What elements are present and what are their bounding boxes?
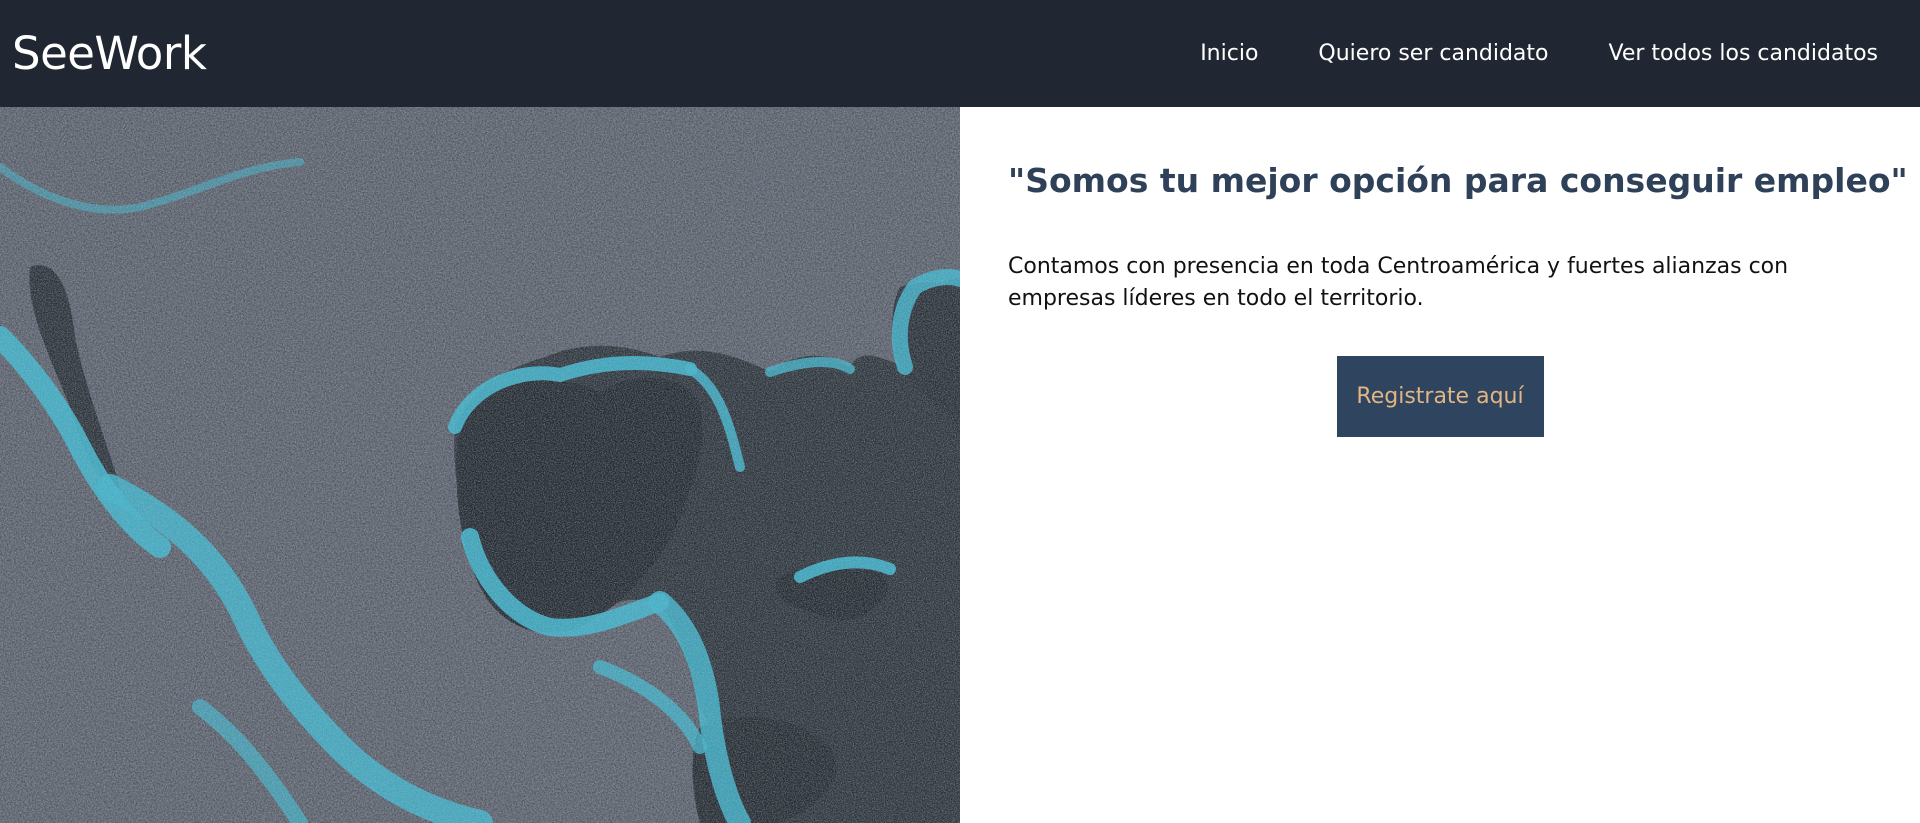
nav-links: Inicio Quiero ser candidato Ver todos lo… <box>1140 41 1878 66</box>
main-content: "Somos tu mejor opción para conseguir em… <box>960 107 1920 823</box>
cta-container: Registrate aquí <box>1008 356 1872 438</box>
nav-link-ver-todos-los-candidatos[interactable]: Ver todos los candidatos <box>1609 41 1879 66</box>
page-headline: "Somos tu mejor opción para conseguir em… <box>1008 161 1908 200</box>
nav-link-inicio[interactable]: Inicio <box>1200 41 1258 66</box>
hero-map-image <box>0 107 960 823</box>
nav-link-quiero-ser-candidato[interactable]: Quiero ser candidato <box>1318 41 1548 66</box>
register-button[interactable]: Registrate aquí <box>1336 356 1544 438</box>
brand-logo[interactable]: SeeWork <box>12 27 207 80</box>
textured-world-map-image <box>0 107 960 823</box>
navbar: SeeWork Inicio Quiero ser candidato Ver … <box>0 0 1920 107</box>
page-description: Contamos con presencia en toda Centroamé… <box>1008 254 1789 312</box>
